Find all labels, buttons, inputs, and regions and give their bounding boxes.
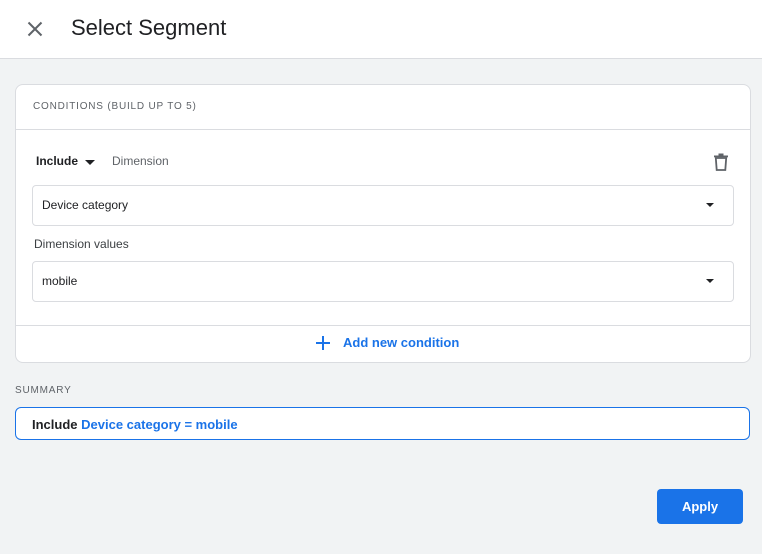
- dimension-values-label: Dimension values: [34, 237, 129, 251]
- add-condition-button[interactable]: Add new condition: [316, 335, 459, 350]
- delete-condition-button[interactable]: [713, 153, 729, 171]
- dimension-value: Device category: [42, 198, 129, 212]
- summary-label: SUMMARY: [15, 385, 72, 396]
- caret-down-icon: [85, 159, 96, 165]
- dimension-select[interactable]: Device category: [32, 185, 734, 226]
- trash-icon: [714, 153, 728, 171]
- close-button[interactable]: [22, 16, 48, 42]
- summary-condition: Device category = mobile: [81, 417, 238, 432]
- dropdown-arrow-icon: [706, 279, 714, 283]
- conditions-header: CONDITIONS (BUILD UP TO 5): [16, 85, 750, 130]
- include-dropdown[interactable]: Include: [36, 154, 96, 168]
- dimension-values-select[interactable]: mobile: [32, 261, 734, 302]
- dimension-values-value: mobile: [42, 274, 78, 288]
- summary-include: Include: [32, 417, 78, 432]
- plus-icon: [316, 335, 330, 350]
- add-condition-label: Add new condition: [343, 335, 460, 350]
- conditions-card: CONDITIONS (BUILD UP TO 5) Include Dimen…: [15, 84, 751, 363]
- dropdown-arrow-icon: [706, 203, 714, 207]
- close-icon: [27, 21, 43, 37]
- condition-type-label: Dimension: [112, 154, 169, 168]
- conditions-footer: Add new condition: [16, 325, 750, 363]
- page-title: Select Segment: [71, 15, 227, 40]
- apply-button[interactable]: Apply: [657, 489, 743, 524]
- summary-text: Include Device category = mobile: [32, 417, 238, 432]
- conditions-heading: CONDITIONS (BUILD UP TO 5): [33, 101, 197, 112]
- include-label: Include: [36, 154, 79, 168]
- summary-box: Include Device category = mobile: [15, 407, 750, 440]
- dialog-header: Select Segment: [0, 0, 762, 59]
